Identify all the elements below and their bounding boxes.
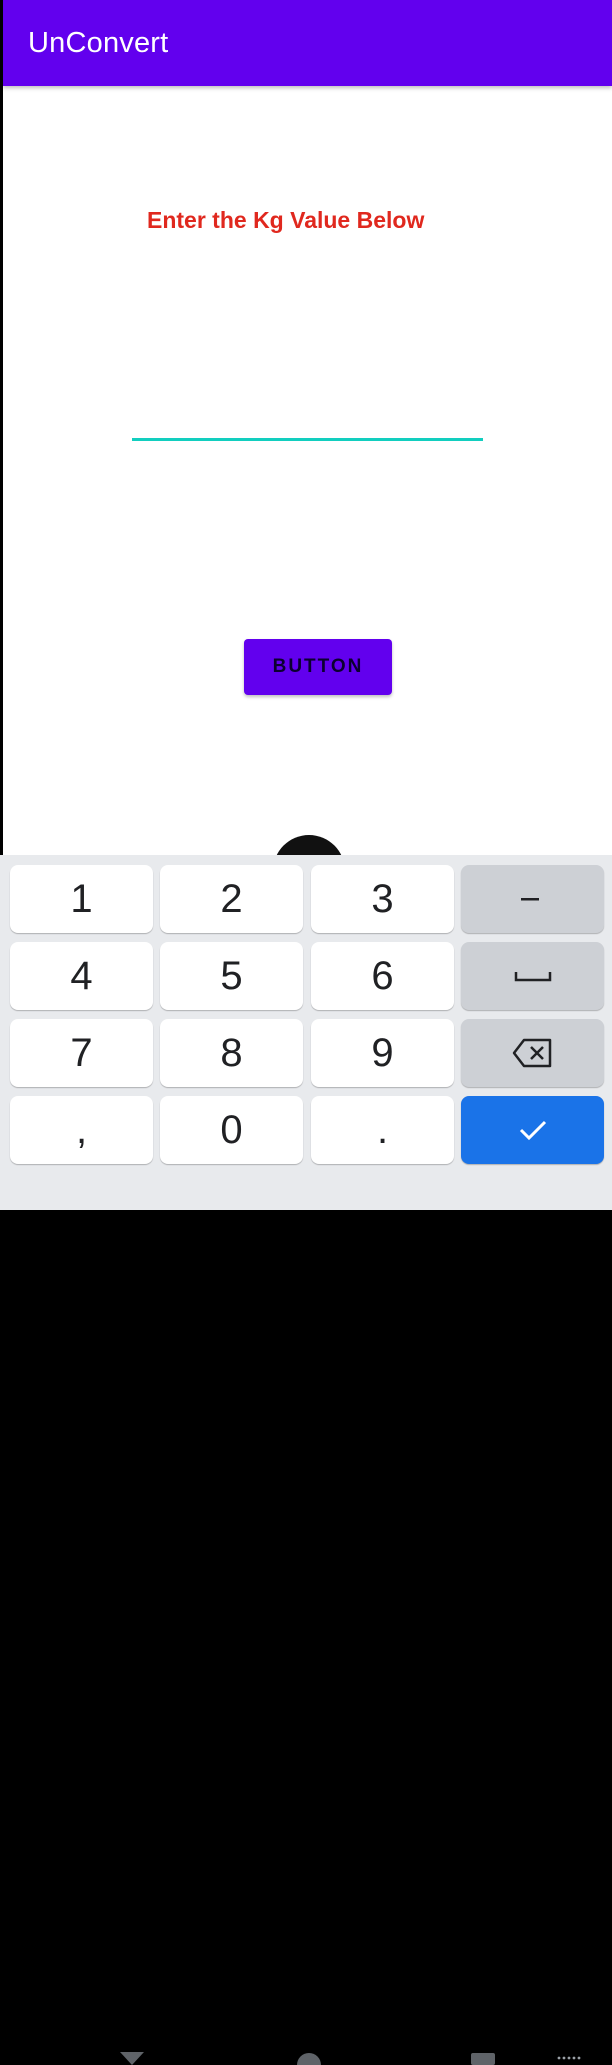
numeric-keyboard: 1 2 3 4 5 6 7 8 9 , 0 . bbox=[0, 855, 612, 2065]
nav-recents-icon[interactable] bbox=[470, 2052, 496, 2065]
kg-value-input[interactable] bbox=[132, 405, 483, 441]
key-6[interactable]: 6 bbox=[311, 942, 454, 1010]
minus-key[interactable] bbox=[461, 865, 604, 933]
app-bar: UnConvert bbox=[3, 0, 612, 86]
space-key[interactable] bbox=[461, 942, 604, 1010]
key-2[interactable]: 2 bbox=[160, 865, 303, 933]
nav-home-icon[interactable] bbox=[296, 2052, 322, 2065]
key-1[interactable]: 1 bbox=[10, 865, 153, 933]
key-period[interactable]: . bbox=[311, 1096, 454, 1164]
backspace-key[interactable] bbox=[461, 1019, 604, 1087]
minus-icon bbox=[520, 898, 539, 901]
key-9[interactable]: 9 bbox=[311, 1019, 454, 1087]
key-7[interactable]: 7 bbox=[10, 1019, 153, 1087]
space-icon bbox=[514, 972, 551, 982]
check-icon bbox=[519, 1120, 546, 1141]
convert-button[interactable]: BUTTON bbox=[244, 639, 392, 695]
key-0[interactable]: 0 bbox=[160, 1096, 303, 1164]
key-8[interactable]: 8 bbox=[160, 1019, 303, 1087]
done-key[interactable] bbox=[461, 1096, 604, 1164]
key-comma[interactable]: , bbox=[10, 1096, 153, 1164]
key-4[interactable]: 4 bbox=[10, 942, 153, 1010]
key-3[interactable]: 3 bbox=[311, 865, 454, 933]
kg-prompt-label: Enter the Kg Value Below bbox=[147, 207, 425, 233]
app-title: UnConvert bbox=[28, 27, 169, 59]
backspace-icon bbox=[512, 1038, 551, 1068]
keyboard-switch-icon[interactable] bbox=[556, 2055, 584, 2061]
nav-back-icon[interactable] bbox=[118, 2052, 146, 2065]
key-5[interactable]: 5 bbox=[160, 942, 303, 1010]
